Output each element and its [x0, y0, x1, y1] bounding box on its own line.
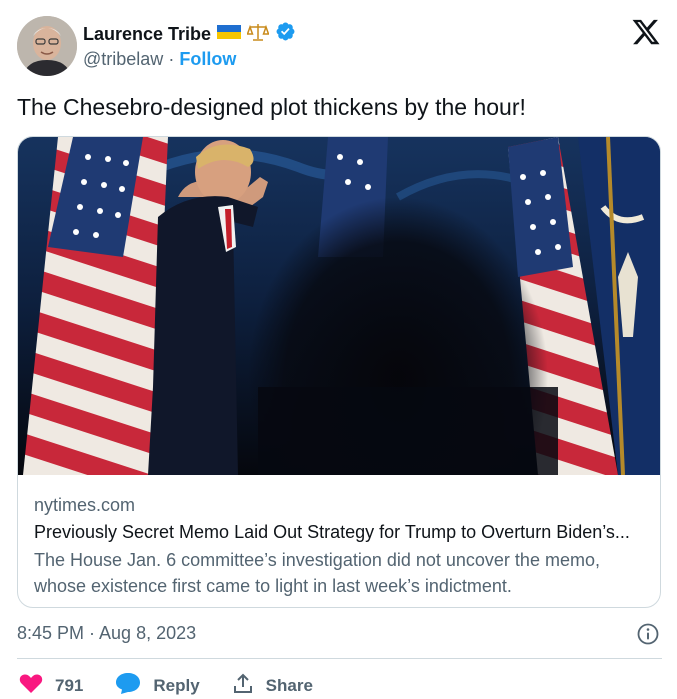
avatar-image [17, 16, 77, 76]
share-label: Share [265, 675, 313, 695]
like-button[interactable]: 791 [19, 672, 83, 699]
info-icon[interactable] [637, 623, 659, 645]
x-logo-icon[interactable] [631, 17, 661, 47]
handle-separator: · [168, 49, 175, 69]
reply-label: Reply [153, 675, 200, 695]
card-body: nytimes.com Previously Secret Memo Laid … [34, 492, 646, 599]
divider [17, 658, 662, 659]
tweet-text: The Chesebro-designed plot thickens by t… [17, 94, 526, 120]
reply-button[interactable]: Reply [115, 672, 200, 699]
ukraine-flag-icon [217, 23, 242, 46]
card-description: The House Jan. 6 committee’s investigati… [34, 550, 600, 596]
display-name[interactable]: Laurence Tribe [83, 24, 211, 45]
like-count: 791 [55, 675, 84, 695]
handle-row: @tribelaw · Follow [83, 49, 236, 70]
scales-icon [246, 22, 270, 47]
avatar[interactable] [17, 16, 77, 76]
verified-badge-icon [275, 21, 296, 47]
action-bar: 791 Reply Share [19, 672, 345, 699]
card-title: Previously Secret Memo Laid Out Strategy… [34, 522, 630, 542]
author-name-row: Laurence Tribe [83, 21, 296, 47]
card-domain: nytimes.com [34, 495, 136, 515]
reply-bubble-icon [115, 672, 141, 699]
link-preview-card[interactable]: nytimes.com Previously Secret Memo Laid … [17, 136, 661, 608]
heart-icon [19, 672, 43, 699]
share-button[interactable]: Share [232, 672, 313, 699]
follow-button[interactable]: Follow [179, 49, 236, 69]
share-arrow-icon [232, 672, 254, 699]
card-image [18, 137, 660, 475]
tweet-timestamp[interactable]: 8:45 PM · Aug 8, 2023 [17, 623, 196, 644]
user-handle[interactable]: @tribelaw [83, 49, 163, 69]
